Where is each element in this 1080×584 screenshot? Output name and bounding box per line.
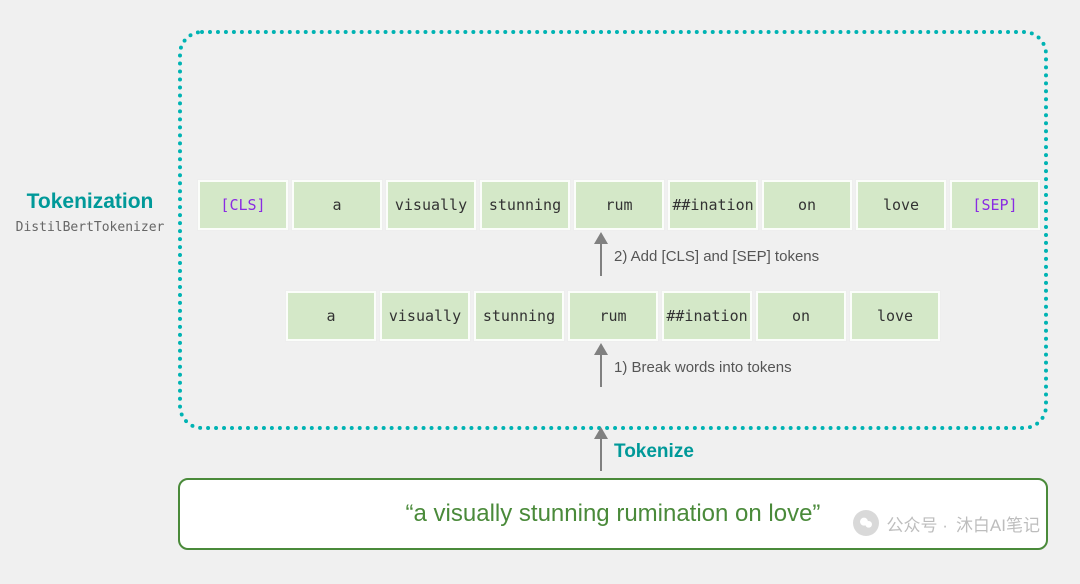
step-2-label: 2) Add [CLS] and [SEP] tokens <box>614 242 819 265</box>
wechat-icon <box>853 510 879 536</box>
token: stunning <box>480 180 570 230</box>
token: ##ination <box>668 180 758 230</box>
token: visually <box>380 291 470 341</box>
arrow-tokenize: Tokenize <box>600 437 694 471</box>
tokenization-title: Tokenization <box>10 190 170 214</box>
token: on <box>762 180 852 230</box>
arrow-step-2: 2) Add [CLS] and [SEP] tokens <box>600 242 819 276</box>
arrow-step-1: 1) Break words into tokens <box>600 353 792 387</box>
token: love <box>856 180 946 230</box>
token: rum <box>574 180 664 230</box>
token: ##ination <box>662 291 752 341</box>
token-row-intermediate: avisuallystunningrum##inationonlove <box>286 291 940 341</box>
token-row-final: [CLS]avisuallystunningrum##inationonlove… <box>198 180 1040 230</box>
token: rum <box>568 291 658 341</box>
sidebar-labels: Tokenization DistilBertTokenizer <box>10 190 170 235</box>
token: on <box>756 291 846 341</box>
tokenizer-class-label: DistilBertTokenizer <box>10 220 170 235</box>
token: a <box>292 180 382 230</box>
token: a <box>286 291 376 341</box>
input-sentence-text: “a visually stunning rumination on love” <box>406 500 821 528</box>
token: love <box>850 291 940 341</box>
watermark: 公众号 · 沐白AI笔记 <box>853 510 1040 536</box>
watermark-prefix: 公众号 · <box>887 511 948 536</box>
token-special: [CLS] <box>198 180 288 230</box>
tokenize-label: Tokenize <box>614 437 694 463</box>
watermark-name: 沐白AI笔记 <box>956 511 1040 536</box>
token-special: [SEP] <box>950 180 1040 230</box>
token: visually <box>386 180 476 230</box>
token: stunning <box>474 291 564 341</box>
step-1-label: 1) Break words into tokens <box>614 353 792 376</box>
